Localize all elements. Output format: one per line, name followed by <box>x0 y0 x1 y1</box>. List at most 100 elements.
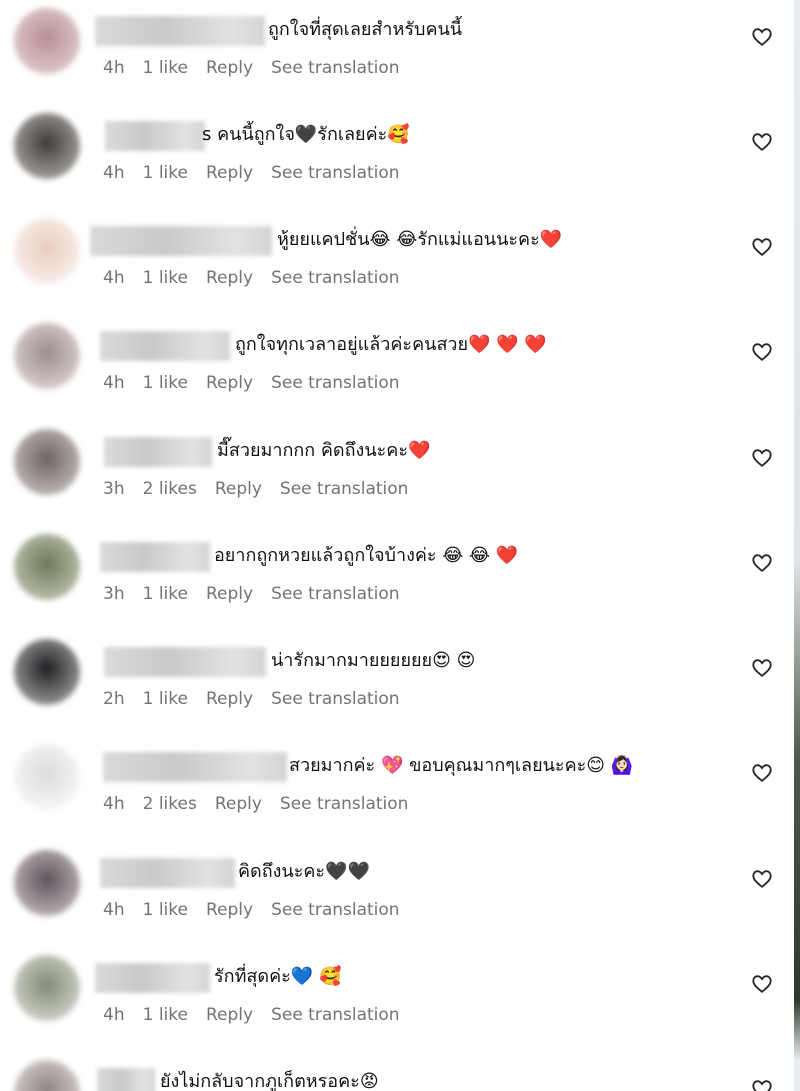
avatar[interactable] <box>14 429 80 495</box>
username-blurred[interactable] <box>103 752 287 782</box>
username-blurred[interactable] <box>104 647 266 677</box>
see-translation-link[interactable]: See translation <box>271 1005 400 1025</box>
like-count[interactable]: 1 like <box>143 268 188 288</box>
heart-icon[interactable] <box>751 657 773 679</box>
heart-icon[interactable] <box>751 1078 773 1091</box>
username-blurred[interactable] <box>97 1068 155 1091</box>
comment-text: อยากถูกหวยแล้วถูกใจบ้างค่ะ 😂 😂 ❤️ <box>214 545 519 566</box>
comment-item: คิดถึงนะคะ🖤🖤 4h 1 like Reply See transla… <box>0 842 794 947</box>
username-blurred[interactable] <box>100 858 235 888</box>
comment-time: 3h <box>103 584 125 604</box>
comment-text: น่ารักมากมายยยยยย😍 😍 <box>271 650 476 671</box>
avatar[interactable] <box>14 534 80 600</box>
heart-icon[interactable] <box>751 236 773 258</box>
comment-meta: 4h 1 like Reply See translation <box>103 373 400 393</box>
heart-icon[interactable] <box>751 868 773 890</box>
comment-time: 4h <box>103 900 125 920</box>
comment-text: ถูกใจที่สุดเลยสำหรับคนนี้ <box>268 19 463 40</box>
username-blurred[interactable] <box>90 226 272 256</box>
comment-time: 4h <box>103 58 125 78</box>
comment-item: ยังไม่กลับจากภูเก็ตหรอคะ😡 <box>0 1052 794 1091</box>
see-translation-link[interactable]: See translation <box>271 58 400 78</box>
reply-button[interactable]: Reply <box>206 584 253 604</box>
username-blurred[interactable] <box>95 16 265 46</box>
comment-item: มี๊สวยมากกก คิดถึงนะคะ❤️ 3h 2 likes Repl… <box>0 421 794 526</box>
avatar[interactable] <box>14 323 80 389</box>
avatar[interactable] <box>14 955 80 1021</box>
comment-text: รักที่สุดค่ะ💙 🥰 <box>214 966 342 987</box>
heart-icon[interactable] <box>751 762 773 784</box>
username-blurred[interactable] <box>105 121 205 151</box>
comment-text: สวยมากค่ะ 💖 ขอบคุณมากๆเลยนะคะ😊 🙆🏻‍♀️ <box>289 755 634 776</box>
comment-meta: 4h 1 like Reply See translation <box>103 1005 400 1025</box>
comment-item: หู้ยยแคปชั่น😂 😂รักแม่แอนนะคะ❤️ 4h 1 like… <box>0 210 794 315</box>
see-translation-link[interactable]: See translation <box>271 163 400 183</box>
comment-time: 4h <box>103 1005 125 1025</box>
see-translation-link[interactable]: See translation <box>280 479 409 499</box>
avatar[interactable] <box>14 8 80 74</box>
comment-meta: 3h 1 like Reply See translation <box>103 584 400 604</box>
like-count[interactable]: 1 like <box>143 373 188 393</box>
avatar[interactable] <box>14 113 80 179</box>
avatar[interactable] <box>14 1060 80 1091</box>
username-blurred[interactable] <box>100 542 210 572</box>
comment-meta: 4h 1 like Reply See translation <box>103 268 400 288</box>
comment-meta: 3h 2 likes Reply See translation <box>103 479 408 499</box>
heart-icon[interactable] <box>751 447 773 469</box>
comment-time: 4h <box>103 794 125 814</box>
like-count[interactable]: 1 like <box>143 163 188 183</box>
heart-icon[interactable] <box>751 552 773 574</box>
reply-button[interactable]: Reply <box>206 689 253 709</box>
avatar[interactable] <box>14 639 80 705</box>
like-count[interactable]: 1 like <box>143 1005 188 1025</box>
reply-button[interactable]: Reply <box>206 1005 253 1025</box>
comment-text: s คนนี้ถูกใจ🖤รักเลยค่ะ🥰 <box>202 124 410 145</box>
reply-button[interactable]: Reply <box>206 268 253 288</box>
avatar[interactable] <box>14 218 80 284</box>
comment-time: 3h <box>103 479 125 499</box>
comment-meta: 4h 1 like Reply See translation <box>103 900 400 920</box>
comment-meta: 4h 2 likes Reply See translation <box>103 794 408 814</box>
comment-text: คิดถึงนะคะ🖤🖤 <box>238 861 370 882</box>
see-translation-link[interactable]: See translation <box>271 268 400 288</box>
comment-meta: 4h 1 like Reply See translation <box>103 58 400 78</box>
comment-time: 4h <box>103 373 125 393</box>
reply-button[interactable]: Reply <box>206 163 253 183</box>
username-blurred[interactable] <box>95 963 210 993</box>
like-count[interactable]: 2 likes <box>143 794 197 814</box>
comment-time: 4h <box>103 163 125 183</box>
comment-item: อยากถูกหวยแล้วถูกใจบ้างค่ะ 😂 😂 ❤️ 3h 1 l… <box>0 526 794 631</box>
see-translation-link[interactable]: See translation <box>280 794 409 814</box>
background-photo-edge <box>794 0 800 1091</box>
reply-button[interactable]: Reply <box>206 58 253 78</box>
username-blurred[interactable] <box>104 437 212 467</box>
see-translation-link[interactable]: See translation <box>271 584 400 604</box>
reply-button[interactable]: Reply <box>215 479 262 499</box>
comment-meta: 4h 1 like Reply See translation <box>103 163 400 183</box>
heart-icon[interactable] <box>751 973 773 995</box>
see-translation-link[interactable]: See translation <box>271 689 400 709</box>
comment-item: ถูกใจทุกเวลาอยู่แล้วค่ะคนสวย❤️ ❤️ ❤️ 4h … <box>0 315 794 420</box>
like-count[interactable]: 1 like <box>143 900 188 920</box>
comment-item: รักที่สุดค่ะ💙 🥰 4h 1 like Reply See tran… <box>0 947 794 1052</box>
reply-button[interactable]: Reply <box>206 373 253 393</box>
username-blurred[interactable] <box>100 331 230 361</box>
comment-meta: 2h 1 like Reply See translation <box>103 689 400 709</box>
reply-button[interactable]: Reply <box>215 794 262 814</box>
see-translation-link[interactable]: See translation <box>271 900 400 920</box>
heart-icon[interactable] <box>751 131 773 153</box>
see-translation-link[interactable]: See translation <box>271 373 400 393</box>
like-count[interactable]: 2 likes <box>143 479 197 499</box>
reply-button[interactable]: Reply <box>206 900 253 920</box>
comment-item: น่ารักมากมายยยยยย😍 😍 2h 1 like Reply See… <box>0 631 794 736</box>
heart-icon[interactable] <box>751 341 773 363</box>
comment-text: หู้ยยแคปชั่น😂 😂รักแม่แอนนะคะ❤️ <box>277 229 563 250</box>
like-count[interactable]: 1 like <box>143 689 188 709</box>
comment-time: 2h <box>103 689 125 709</box>
avatar[interactable] <box>14 744 80 810</box>
like-count[interactable]: 1 like <box>143 584 188 604</box>
avatar[interactable] <box>14 850 80 916</box>
heart-icon[interactable] <box>751 26 773 48</box>
comment-time: 4h <box>103 268 125 288</box>
like-count[interactable]: 1 like <box>143 58 188 78</box>
